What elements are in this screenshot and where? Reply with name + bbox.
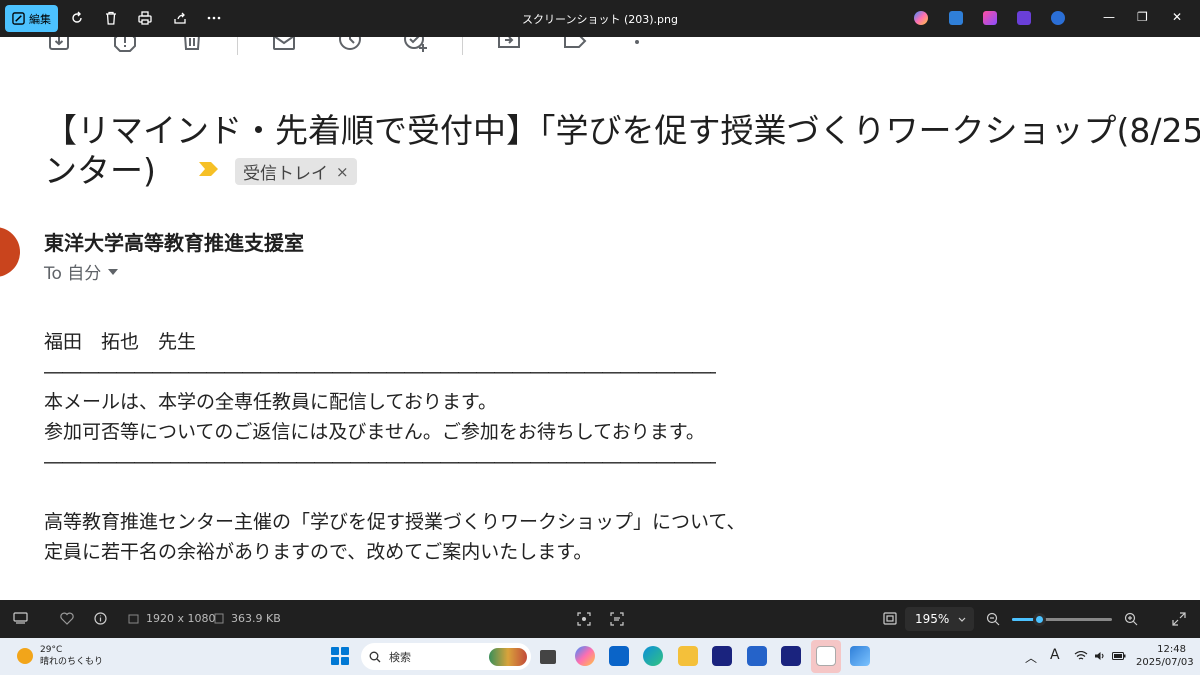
body-line: [44, 477, 745, 507]
dimensions-icon: [128, 614, 139, 624]
zoom-in-icon[interactable]: [1124, 612, 1138, 626]
report-spam-icon: [114, 37, 136, 52]
chevron-down-icon: [108, 268, 119, 275]
search-icon: [369, 651, 381, 662]
file-explorer-icon[interactable]: [678, 646, 698, 666]
more-options-icon: [635, 40, 639, 44]
volume-icon[interactable]: [1094, 651, 1106, 661]
minimize-icon[interactable]: —: [1103, 10, 1115, 24]
search-placeholder: 検索: [389, 650, 411, 664]
close-icon[interactable]: ✕: [1172, 10, 1182, 24]
body-divider: ――――――――――――――――――――――――――――――――――――――――…: [44, 361, 716, 383]
restore-icon[interactable]: ❐: [1137, 10, 1148, 24]
start-button[interactable]: [331, 647, 349, 665]
more-icon[interactable]: [204, 8, 224, 28]
chevron-down-icon: [958, 617, 966, 622]
file-size: 363.9 KB: [231, 612, 281, 625]
fit-to-window-icon[interactable]: [883, 612, 897, 625]
weather-condition: 晴れのちくもり: [40, 657, 104, 667]
clipchamp-icon[interactable]: [983, 11, 997, 25]
file-size-icon: [214, 613, 224, 624]
snooze-icon: [339, 37, 361, 50]
chevron-up-icon[interactable]: ︿: [1025, 649, 1037, 666]
edit-label: 編集: [29, 12, 51, 26]
weather-widget[interactable]: 29°C 晴れのちくもり: [40, 644, 103, 668]
zoom-out-icon[interactable]: [986, 612, 1000, 626]
zoom-slider[interactable]: [1012, 613, 1112, 626]
edge-icon[interactable]: [643, 646, 663, 666]
mail-toolbar: [0, 37, 1200, 59]
rotate-icon[interactable]: [67, 8, 87, 28]
copilot-icon[interactable]: [914, 11, 928, 25]
body-line: 本メールは、本学の全専任教員に配信しております。: [44, 391, 497, 413]
mark-unread-icon: [273, 37, 295, 50]
edit-button[interactable]: 編集: [5, 5, 58, 32]
archive-icon: [49, 37, 69, 50]
recipient-line: To 自分: [44, 259, 119, 284]
app-titlebar: 編集 スクリーンショット (203).png — ❐ ✕: [0, 0, 1200, 37]
scan-text-icon[interactable]: [610, 612, 624, 626]
remove-label-icon: ×: [336, 162, 349, 181]
webex-meetings-icon[interactable]: [781, 646, 801, 666]
body-divider: ――――――――――――――――――――――――――――――――――――――――…: [44, 451, 716, 473]
toolbar-divider: [237, 37, 238, 55]
taskbar-search[interactable]: 検索: [361, 643, 531, 670]
edit-icon: [12, 12, 25, 25]
label-icon: [564, 37, 587, 48]
body-line: 高等教育推進センター主催の「学びを促す授業づくりワークショップ」について、: [44, 511, 746, 533]
windows-taskbar: 29°C 晴れのちくもり 検索 ︿ A 12:48 2025/07/03: [0, 638, 1200, 675]
fullscreen-icon[interactable]: [1172, 612, 1186, 626]
sender-name: 東洋大学高等教育推進支援室: [44, 231, 304, 255]
zoom-dropdown[interactable]: 195%: [905, 607, 974, 631]
favorite-icon[interactable]: [60, 612, 74, 625]
image-dimensions: 1920 x 1080: [146, 612, 216, 625]
share-icon[interactable]: [170, 8, 190, 28]
email-body: 福田 拓也 先生 ―――――――――――――――――――――――――――――――…: [44, 327, 745, 567]
webex-icon[interactable]: [712, 646, 732, 666]
info-icon[interactable]: [94, 612, 107, 625]
ime-indicator[interactable]: A: [1050, 647, 1060, 663]
body-line: 福田 拓也 先生: [44, 331, 197, 353]
video-icon[interactable]: [1017, 11, 1031, 25]
toolbar-divider: [462, 37, 463, 55]
email-subject-continued: ンター): [44, 151, 156, 190]
app-icon[interactable]: [816, 646, 836, 666]
wifi-icon[interactable]: [1074, 651, 1088, 661]
copilot-taskbar-icon[interactable]: [575, 646, 595, 666]
battery-icon[interactable]: [1112, 652, 1126, 660]
inbox-label-chip: 受信トレイ ×: [235, 158, 357, 185]
filmstrip-icon[interactable]: [13, 612, 28, 625]
designer-icon[interactable]: [949, 11, 963, 25]
email-subject: 【リマインド・先着順で受付中】「学びを促す授業づくりワークショップ(8/25: [44, 111, 1200, 150]
photos-icon[interactable]: [850, 646, 870, 666]
clock-time: 12:48: [1157, 644, 1186, 655]
print-icon[interactable]: [135, 8, 155, 28]
viewer-statusbar: 1920 x 1080 363.9 KB 195%: [0, 600, 1200, 638]
temperature: 29°C: [40, 645, 63, 655]
move-to-icon: [498, 37, 520, 48]
zoom-slider-thumb[interactable]: [1033, 613, 1046, 626]
system-clock[interactable]: 12:48 2025/07/03: [1136, 643, 1194, 669]
store-icon[interactable]: [747, 646, 767, 666]
body-line: 参加可否等についてのご返信には及びません。ご参加をお待ちしております。: [44, 421, 705, 443]
body-line: 定員に若干名の余裕がありますので、改めてご案内いたします。: [44, 541, 593, 563]
crop-to-view-icon[interactable]: [577, 612, 591, 626]
sender-avatar: [0, 227, 20, 277]
zoom-value: 195%: [915, 612, 950, 626]
add-task-icon: [404, 37, 427, 52]
outlook-icon[interactable]: [609, 646, 629, 666]
task-view-icon[interactable]: [540, 650, 556, 664]
onedrive-icon[interactable]: [1051, 11, 1065, 25]
recipient-text: To 自分: [44, 264, 102, 284]
delete-icon[interactable]: [101, 8, 121, 28]
search-highlight-icon: [489, 647, 527, 666]
image-canvas: 【リマインド・先着順で受付中】「学びを促す授業づくりワークショップ(8/25 ン…: [0, 37, 1200, 600]
importance-marker-icon: [199, 162, 218, 176]
delete-mail-icon: [184, 37, 200, 50]
inbox-label: 受信トレイ: [243, 164, 328, 184]
clock-date: 2025/07/03: [1136, 657, 1194, 668]
weather-icon[interactable]: [17, 648, 33, 664]
